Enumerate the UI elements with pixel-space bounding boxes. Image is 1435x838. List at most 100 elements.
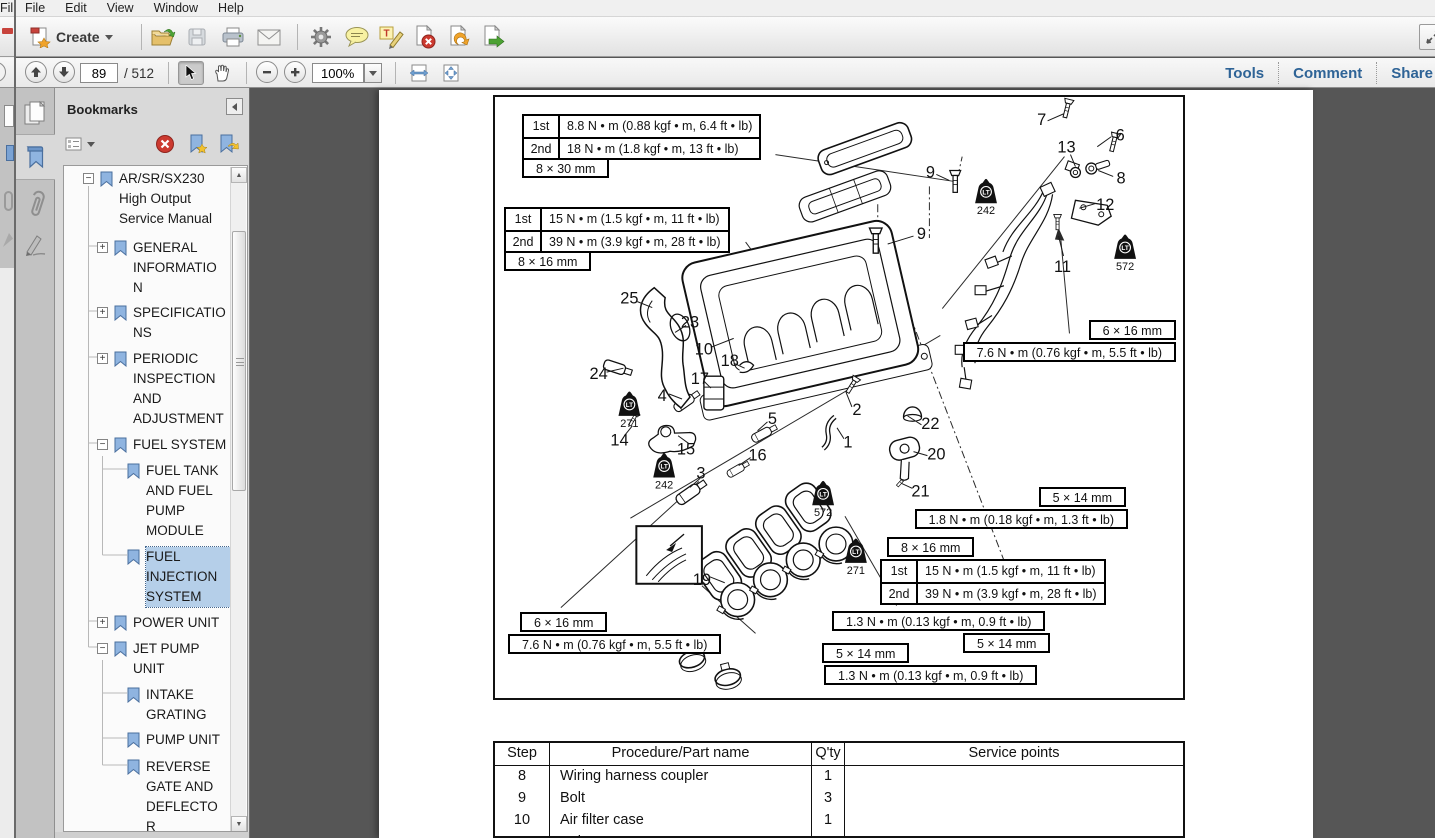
bookmark-item-fuel-system[interactable]: − FUEL SYSTEM bbox=[97, 435, 227, 455]
svg-text:6: 6 bbox=[1116, 127, 1125, 145]
pdf-viewer-window: File Edit View Window Help Create bbox=[15, 0, 1435, 838]
comment-link[interactable]: Comment bbox=[1279, 65, 1376, 82]
rotate-pages-button[interactable] bbox=[445, 21, 473, 53]
delete-pages-button[interactable] bbox=[411, 21, 439, 53]
svg-text:5: 5 bbox=[768, 410, 777, 428]
navigation-tab-strip bbox=[15, 88, 55, 838]
fit-page-icon bbox=[441, 64, 461, 82]
bookmark-item-general-information[interactable]: + GENERAL INFORMATIO N bbox=[97, 238, 227, 298]
bookmark-icon bbox=[100, 171, 113, 187]
page-viewer[interactable]: LT242 LT572 LT271 LT242 LT572 LT271 bbox=[250, 88, 1435, 838]
bookmark-item-reverse-gate[interactable]: REVERSE GATE AND DEFLECTO R bbox=[127, 757, 230, 832]
minus-icon bbox=[262, 67, 272, 77]
comment-button[interactable] bbox=[343, 21, 371, 53]
bookmark-icon bbox=[114, 641, 127, 657]
select-tool-button[interactable] bbox=[178, 61, 204, 85]
collapse-box-icon[interactable]: − bbox=[83, 173, 94, 184]
scrollbar-thumb[interactable] bbox=[232, 231, 246, 491]
tools-link[interactable]: Tools bbox=[1211, 65, 1278, 82]
bookmark-label: PUMP UNIT bbox=[146, 730, 230, 750]
print-button[interactable] bbox=[219, 21, 247, 53]
chevron-down-icon bbox=[369, 71, 377, 76]
scroll-up-button[interactable]: ▲ bbox=[231, 167, 247, 183]
table-row: 10 Air filter case 1 bbox=[495, 810, 1183, 832]
bookmark-item-jet-pump-unit[interactable]: − JET PUMP UNIT bbox=[97, 639, 227, 679]
hand-icon bbox=[213, 64, 231, 82]
screen: Fil File Edit View Window Help bbox=[0, 0, 1435, 838]
bookmarks-tab[interactable] bbox=[15, 134, 55, 180]
bookmark-item-fuel-tank[interactable]: FUEL TANK AND FUEL PUMP MODULE bbox=[127, 461, 230, 541]
extract-pages-button[interactable] bbox=[479, 21, 507, 53]
torque-box-1-size: 8 × 30 mm bbox=[522, 158, 609, 178]
torque-box-5-size: 8 × 16 mm bbox=[887, 537, 974, 557]
text-edit-button[interactable]: T bbox=[377, 21, 405, 53]
bookmark-action-button[interactable] bbox=[217, 133, 239, 160]
ecu-gasket-part bbox=[797, 168, 894, 224]
svg-text:11: 11 bbox=[1054, 258, 1071, 276]
collapse-panel-button[interactable] bbox=[226, 98, 243, 115]
menu-help[interactable]: Help bbox=[208, 1, 254, 15]
expand-box-icon[interactable]: + bbox=[97, 353, 108, 364]
delete-bookmark-button[interactable] bbox=[155, 134, 175, 159]
bookmark-item-fuel-injection-system[interactable]: FUEL INJECTION SYSTEM bbox=[127, 547, 230, 607]
bookmark-label: PERIODIC INSPECTION AND ADJUSTMENT bbox=[133, 349, 227, 429]
create-button[interactable]: Create bbox=[23, 21, 119, 53]
collapse-box-icon[interactable]: − bbox=[97, 643, 108, 654]
bookmark-label: AR/SR/SX230 High Output Service Manual bbox=[119, 169, 231, 229]
nut-13 bbox=[1070, 168, 1080, 178]
menu-edit[interactable]: Edit bbox=[55, 1, 97, 15]
signatures-tab[interactable] bbox=[15, 230, 55, 256]
printer-icon bbox=[220, 26, 246, 48]
menu-view[interactable]: View bbox=[97, 1, 144, 15]
share-link[interactable]: Share bbox=[1377, 65, 1435, 82]
next-page-button[interactable] bbox=[53, 61, 75, 83]
page-thumbnails-tab[interactable] bbox=[15, 100, 55, 128]
zoom-in-button[interactable] bbox=[284, 61, 306, 83]
toggle-window-button[interactable] bbox=[1419, 24, 1435, 50]
open-file-button[interactable] bbox=[149, 21, 177, 53]
expand-box-icon[interactable]: + bbox=[97, 307, 108, 318]
bookmark-item-periodic-inspection[interactable]: + PERIODIC INSPECTION AND ADJUSTMENT bbox=[97, 349, 227, 429]
expand-box-icon[interactable]: + bbox=[97, 242, 108, 253]
collapse-box-icon[interactable]: − bbox=[97, 439, 108, 450]
save-button[interactable] bbox=[183, 21, 211, 53]
bookmark-item-pump-unit[interactable]: PUMP UNIT bbox=[127, 730, 230, 750]
torque-box-6-size: 6 × 16 mm bbox=[520, 612, 607, 632]
torque-box-6: 7.6 N • m (0.76 kgf • m, 5.5 ft • lb) bbox=[508, 634, 721, 654]
bookmark-options-button[interactable] bbox=[65, 136, 95, 152]
svg-text:2: 2 bbox=[852, 401, 861, 419]
expand-box-icon[interactable]: + bbox=[97, 617, 108, 628]
previous-page-button[interactable] bbox=[25, 61, 47, 83]
svg-text:8: 8 bbox=[1117, 169, 1126, 187]
injector-16 bbox=[726, 460, 750, 478]
bookmark-item-intake-grating[interactable]: INTAKE GRATING bbox=[127, 685, 230, 725]
zoom-out-button[interactable] bbox=[256, 61, 278, 83]
bookmark-star-icon bbox=[187, 133, 209, 155]
fit-width-button[interactable] bbox=[405, 61, 433, 85]
new-bookmark-button[interactable] bbox=[187, 133, 209, 160]
page-number-input[interactable] bbox=[80, 63, 118, 83]
fit-page-button[interactable] bbox=[437, 61, 465, 85]
email-button[interactable] bbox=[255, 21, 283, 53]
settings-button[interactable] bbox=[307, 21, 335, 53]
sensor-8 bbox=[1086, 160, 1110, 174]
bookmarks-scrollbar[interactable]: ▲ ▼ bbox=[230, 167, 246, 832]
zoom-dropdown-button[interactable] bbox=[364, 63, 382, 83]
bookmark-item-root[interactable]: − AR/SR/SX230 High Output Service Manual bbox=[83, 169, 231, 229]
zoom-level-input[interactable] bbox=[312, 63, 364, 83]
torque-box-2-size: 8 × 16 mm bbox=[504, 251, 591, 271]
menu-file[interactable]: File bbox=[15, 1, 55, 15]
attachments-tab[interactable] bbox=[15, 190, 55, 220]
bookmark-item-specifications[interactable]: + SPECIFICATIO NS bbox=[97, 303, 227, 343]
scroll-down-button[interactable]: ▼ bbox=[231, 816, 247, 832]
clamp-19b bbox=[712, 661, 743, 692]
hand-tool-button[interactable] bbox=[208, 61, 236, 85]
bookmark-icon bbox=[114, 305, 127, 321]
menu-window[interactable]: Window bbox=[144, 1, 208, 15]
bookmark-item-power-unit[interactable]: + POWER UNIT bbox=[97, 613, 227, 633]
speech-bubble-icon bbox=[344, 26, 370, 48]
bookmark-label-selected: FUEL INJECTION SYSTEM bbox=[146, 547, 230, 607]
torque-box-4: 1.8 N • m (0.18 kgf • m, 1.3 ft • lb) bbox=[915, 509, 1128, 529]
svg-text:14: 14 bbox=[610, 432, 628, 450]
chevron-down-icon bbox=[105, 35, 113, 40]
